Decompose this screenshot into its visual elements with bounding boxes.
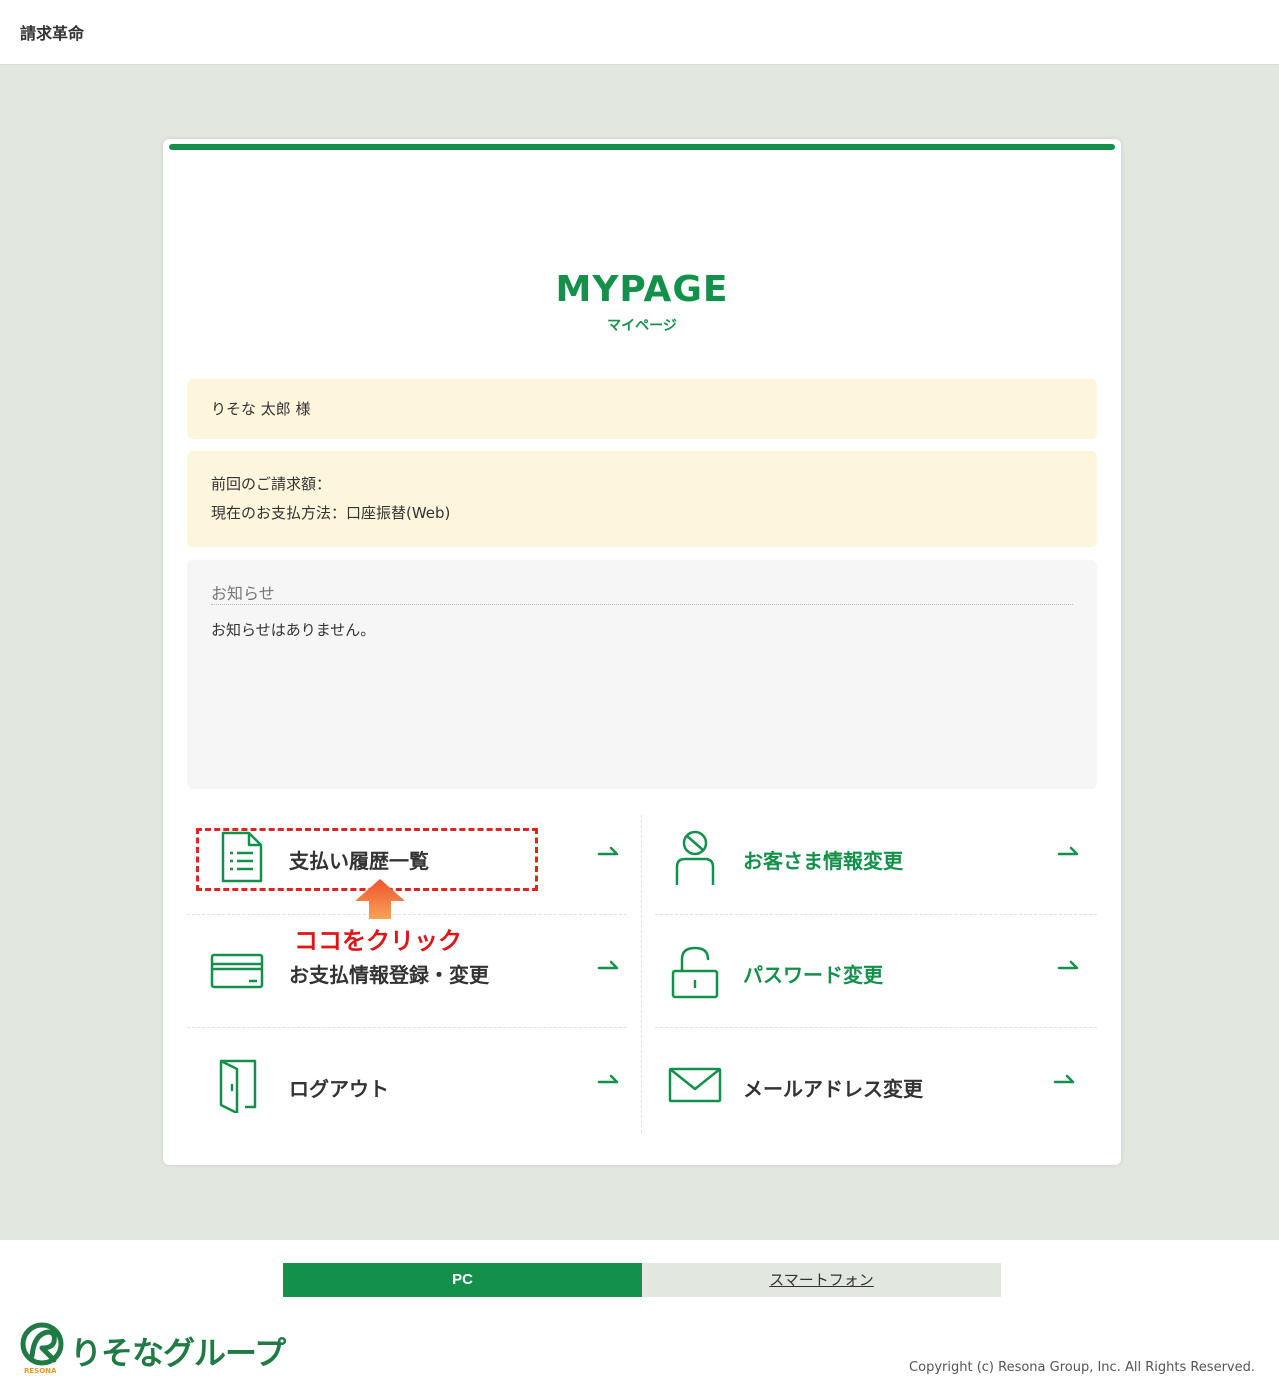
menu-row-divider bbox=[655, 914, 1097, 915]
password-change-label: パスワード変更 bbox=[743, 963, 883, 987]
smartphone-view-link[interactable]: スマートフォン bbox=[642, 1263, 1001, 1297]
customer-name-panel: りそな 太郎 様 bbox=[187, 379, 1097, 439]
mypage-card: MYPAGE マイページ りそな 太郎 様 前回のご請求額： 現在のお支払方法：… bbox=[163, 139, 1121, 1165]
arrow-right-icon bbox=[1057, 846, 1079, 856]
payment-info-register-label: お支払情報登録・変更 bbox=[289, 963, 489, 987]
menu-row-divider bbox=[187, 914, 627, 915]
footer: PC スマートフォン りそなグループ RESONA Copyright (c) … bbox=[0, 1240, 1279, 1388]
page-subtitle: マイページ bbox=[607, 318, 677, 334]
customer-name: りそな 太郎 様 bbox=[211, 400, 311, 418]
up-arrow-icon bbox=[355, 879, 405, 919]
customer-info-change-link[interactable]: お客さま情報変更 bbox=[655, 811, 1095, 901]
notice-body: お知らせはありません。 bbox=[211, 621, 376, 639]
menu-column-divider bbox=[641, 815, 642, 1133]
customer-info-change-label: お客さま情報変更 bbox=[743, 849, 903, 873]
resona-logo-icon bbox=[20, 1322, 64, 1366]
credit-card-icon bbox=[210, 953, 264, 989]
pc-view-tab[interactable]: PC bbox=[283, 1263, 642, 1297]
card-accent-line bbox=[169, 144, 1115, 150]
envelope-icon bbox=[668, 1067, 722, 1103]
menu-row-divider bbox=[187, 1027, 627, 1028]
current-payment-method: 現在のお支払方法：口座振替(Web) bbox=[211, 504, 451, 522]
notice-panel: お知らせ お知らせはありません。 bbox=[187, 560, 1097, 789]
email-change-label: メールアドレス変更 bbox=[743, 1077, 923, 1101]
group-logo-text: りそなグループ bbox=[70, 1334, 286, 1372]
app-title: 請求革命 bbox=[20, 24, 85, 43]
email-change-link[interactable]: メールアドレス変更 bbox=[655, 1039, 1095, 1129]
arrow-right-icon bbox=[1053, 1074, 1075, 1084]
logo-subtext: RESONA bbox=[24, 1367, 57, 1375]
arrow-right-icon bbox=[597, 846, 619, 856]
click-here-callout: ココをクリック bbox=[294, 927, 462, 955]
notice-divider bbox=[211, 604, 1073, 605]
door-exit-icon bbox=[219, 1059, 257, 1113]
person-icon bbox=[675, 830, 715, 885]
logout-label: ログアウト bbox=[289, 1077, 389, 1101]
page-title: MYPAGE bbox=[555, 269, 729, 310]
arrow-right-icon bbox=[597, 1074, 619, 1084]
logout-link[interactable]: ログアウト bbox=[187, 1039, 627, 1129]
previous-billing-amount: 前回のご請求額： bbox=[211, 475, 332, 493]
menu-row-divider bbox=[655, 1027, 1097, 1028]
password-change-link[interactable]: パスワード変更 bbox=[655, 925, 1095, 1015]
arrow-right-icon bbox=[597, 960, 619, 970]
copyright-text: Copyright (c) Resona Group, Inc. All Rig… bbox=[909, 1360, 1255, 1375]
notice-title: お知らせ bbox=[211, 584, 275, 603]
top-bar: 請求革命 bbox=[0, 0, 1279, 65]
arrow-right-icon bbox=[1057, 960, 1079, 970]
payment-summary-panel: 前回のご請求額： 現在のお支払方法：口座振替(Web) bbox=[187, 451, 1097, 547]
unlock-icon bbox=[671, 946, 719, 999]
